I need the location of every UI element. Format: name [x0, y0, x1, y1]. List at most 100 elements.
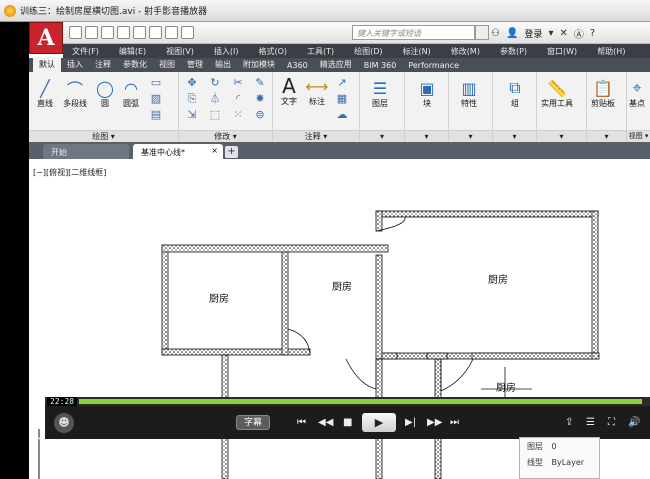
table-icon[interactable]: ▦: [335, 92, 349, 105]
rewind-icon[interactable]: ◀◀: [318, 415, 333, 430]
mirror-icon[interactable]: ⏃: [208, 92, 222, 105]
block-footer[interactable]: ▾: [405, 130, 448, 142]
user-avatar-icon[interactable]: ☻: [54, 413, 74, 433]
tab-default[interactable]: 默认: [33, 57, 61, 72]
menu-tools[interactable]: 工具(T): [298, 46, 345, 57]
annotation-panel-footer[interactable]: 注释 ▾: [273, 130, 359, 142]
rotate-icon[interactable]: ↻: [208, 76, 222, 89]
qat-dropdown-icon[interactable]: [181, 26, 194, 39]
tab-parametric[interactable]: 参数化: [117, 57, 153, 72]
save-as-icon[interactable]: [117, 26, 130, 39]
array-icon[interactable]: ⁙: [231, 108, 245, 121]
arc-tool[interactable]: ◠ 圆弧: [121, 78, 141, 109]
undo-icon[interactable]: [149, 26, 162, 39]
redo-icon[interactable]: [165, 26, 178, 39]
autocad-logo-button[interactable]: A: [29, 22, 63, 54]
menu-draw[interactable]: 绘图(D): [345, 46, 393, 57]
tab-manage[interactable]: 管理: [181, 57, 209, 72]
scale-icon[interactable]: ⬚: [208, 108, 222, 121]
menu-file[interactable]: 文件(F): [63, 46, 110, 57]
menu-edit[interactable]: 编辑(E): [110, 46, 157, 57]
progress-bar[interactable]: 22:28: [45, 397, 650, 406]
close-tab-icon[interactable]: ×: [211, 146, 218, 155]
leader-icon[interactable]: ↗: [335, 76, 349, 89]
save-icon[interactable]: [101, 26, 114, 39]
dimension-tool[interactable]: ⟷ 标注: [306, 76, 329, 107]
tab-bim360[interactable]: BIM 360: [358, 59, 403, 72]
rectangle-icon[interactable]: ▭: [149, 76, 163, 89]
search-icon[interactable]: [475, 25, 489, 40]
tab-performance[interactable]: Performance: [402, 59, 465, 72]
menu-window[interactable]: 窗口(W): [538, 46, 588, 57]
tab-annotate[interactable]: 注释: [89, 57, 117, 72]
tab-view[interactable]: 视图: [153, 57, 181, 72]
menu-view[interactable]: 视图(V): [157, 46, 205, 57]
forward-icon[interactable]: ▶▶: [427, 415, 442, 430]
revcloud-icon[interactable]: ☁: [335, 108, 349, 121]
volume-icon[interactable]: 🔊: [628, 415, 640, 430]
new-file-icon[interactable]: [69, 26, 82, 39]
login-label[interactable]: 登录: [524, 27, 542, 40]
binoculars-icon[interactable]: ⚇: [491, 28, 500, 39]
next-frame-icon[interactable]: ⏭: [450, 415, 459, 430]
layers-footer[interactable]: ▾: [360, 130, 404, 142]
playlist-icon[interactable]: ☰: [586, 415, 595, 430]
block-tool[interactable]: ▣ 块: [417, 78, 437, 109]
menu-help[interactable]: 帮助(H): [588, 46, 636, 57]
user-icon[interactable]: 👤: [506, 28, 518, 39]
copy-icon[interactable]: ⎘: [185, 92, 199, 105]
tab-output[interactable]: 输出: [209, 57, 237, 72]
help-search-input[interactable]: 键入关键字或短语: [352, 25, 475, 40]
prev-frame-icon[interactable]: ⏮: [297, 415, 306, 430]
utilities-tool[interactable]: 📏 实用工具: [541, 78, 573, 109]
gradient-icon[interactable]: ▤: [149, 108, 163, 121]
help-icon[interactable]: ?: [590, 28, 595, 39]
group-footer[interactable]: ▾: [493, 130, 536, 142]
draw-panel-footer[interactable]: 绘图 ▾: [29, 130, 178, 142]
polyline-tool[interactable]: ⌒ 多段线: [63, 78, 87, 109]
exchange-icon[interactable]: ✕: [559, 28, 567, 39]
new-tab-button[interactable]: +: [225, 146, 238, 158]
group-tool[interactable]: ⧉ 组: [505, 78, 525, 109]
tab-featured-apps[interactable]: 精选应用: [314, 57, 358, 72]
basepoint-tool[interactable]: ⌖ 基点: [627, 78, 647, 109]
clipboard-tool[interactable]: 📋 剪贴板: [591, 78, 615, 109]
layers-tool[interactable]: ☰ 图层: [370, 78, 390, 109]
hatch-icon[interactable]: ▨: [149, 92, 163, 105]
tab-current-drawing[interactable]: 基准中心线* ×: [133, 144, 223, 159]
menu-modify[interactable]: 修改(M): [442, 46, 491, 57]
tab-start[interactable]: 开始: [43, 144, 129, 159]
stop-icon[interactable]: ■: [343, 415, 352, 430]
view-panel-footer[interactable]: 视图 ▾: [627, 130, 650, 142]
move-icon[interactable]: ✥: [185, 76, 199, 89]
text-tool[interactable]: A 文字: [279, 74, 299, 107]
properties-footer[interactable]: ▾: [449, 130, 492, 142]
print-icon[interactable]: [133, 26, 146, 39]
trim-icon[interactable]: ✂: [231, 76, 245, 89]
play-icon[interactable]: ▶: [362, 413, 396, 432]
tab-a360[interactable]: A360: [281, 59, 314, 72]
fillet-icon[interactable]: ◜: [231, 92, 245, 105]
menu-dimension[interactable]: 标注(N): [394, 46, 442, 57]
menu-parametric[interactable]: 参数(P): [491, 46, 538, 57]
properties-tool[interactable]: ▥ 特性: [459, 78, 479, 109]
open-file-player-icon[interactable]: ⇪: [565, 415, 573, 430]
fullscreen-icon[interactable]: ⛶: [608, 415, 615, 430]
menu-format[interactable]: 格式(O): [249, 46, 298, 57]
erase-icon[interactable]: ✎: [253, 76, 267, 89]
dropdown-icon[interactable]: ▾: [548, 28, 553, 39]
tab-addins[interactable]: 附加模块: [237, 57, 281, 72]
modify-panel-footer[interactable]: 修改 ▾: [179, 130, 272, 142]
open-file-icon[interactable]: [85, 26, 98, 39]
line-tool[interactable]: ╱ 直线: [35, 78, 55, 109]
circle-tool[interactable]: ◯ 圆: [95, 78, 115, 109]
tab-insert[interactable]: 插入: [61, 57, 89, 72]
stretch-icon[interactable]: ⇲: [185, 108, 199, 121]
step-icon[interactable]: ▶|: [405, 415, 416, 430]
clipboard-footer[interactable]: ▾: [587, 130, 626, 142]
explode-icon[interactable]: ✸: [253, 92, 267, 105]
a360-icon[interactable]: Ⓐ: [574, 26, 584, 41]
menu-insert[interactable]: 插入(I): [205, 46, 250, 57]
subtitle-button[interactable]: 字幕: [236, 415, 270, 430]
utilities-footer[interactable]: ▾: [537, 130, 586, 142]
